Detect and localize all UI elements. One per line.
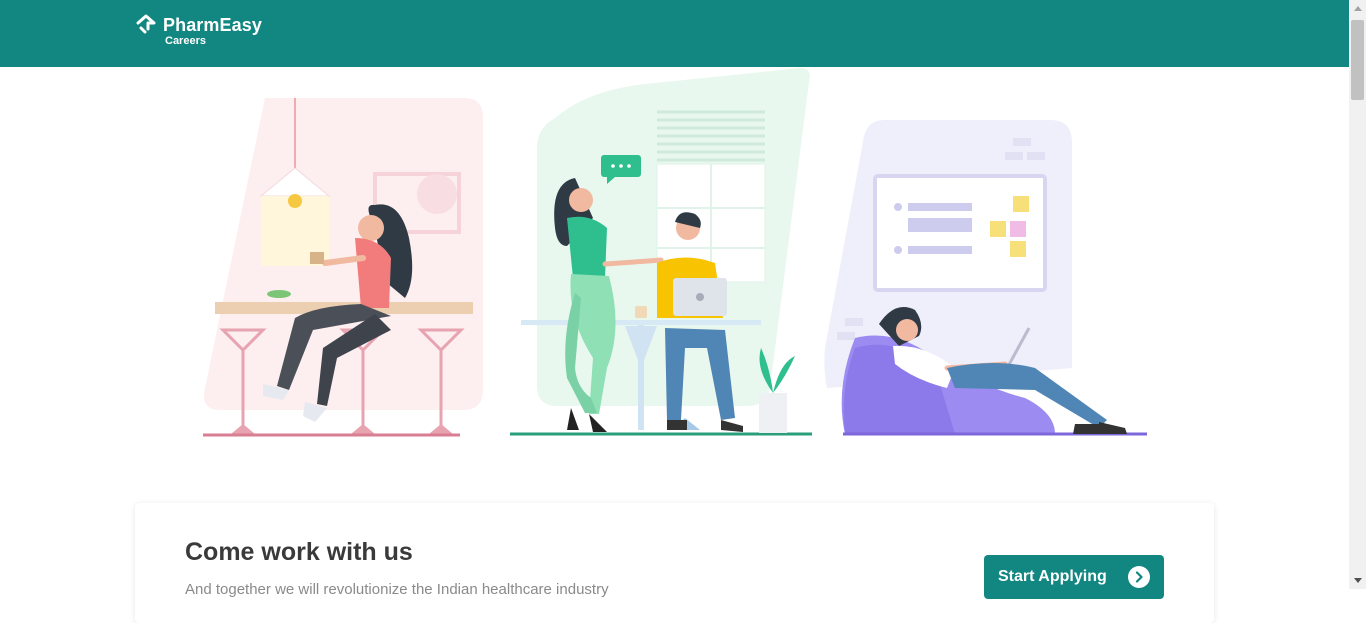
top-header: PharmEasy Careers	[0, 0, 1349, 67]
page-scrollbar[interactable]	[1349, 0, 1366, 589]
pharmeasy-logo-icon	[136, 14, 156, 34]
start-applying-label: Start Applying	[998, 568, 1107, 585]
cta-card: Come work with us And together we will r…	[135, 503, 1214, 623]
brand-name: PharmEasy	[163, 15, 262, 35]
cta-description: And together we will revolutionize the I…	[185, 581, 609, 598]
scrollbar-thumb[interactable]	[1351, 20, 1364, 100]
cta-title: Come work with us	[185, 538, 413, 566]
brand-subtitle: Careers	[165, 35, 206, 47]
scroll-up-arrow-icon[interactable]	[1349, 0, 1366, 17]
scroll-down-arrow-icon[interactable]	[1349, 572, 1366, 589]
meeting-scene	[510, 68, 812, 436]
cafe-scene	[203, 98, 483, 437]
chevron-right-circle-icon	[1128, 566, 1150, 588]
start-applying-button[interactable]: Start Applying	[984, 555, 1164, 599]
office-team-illustration	[203, 68, 1147, 437]
pharmeasy-careers-logo[interactable]: PharmEasy Careers	[135, 13, 262, 49]
workspace-scene	[824, 120, 1147, 436]
